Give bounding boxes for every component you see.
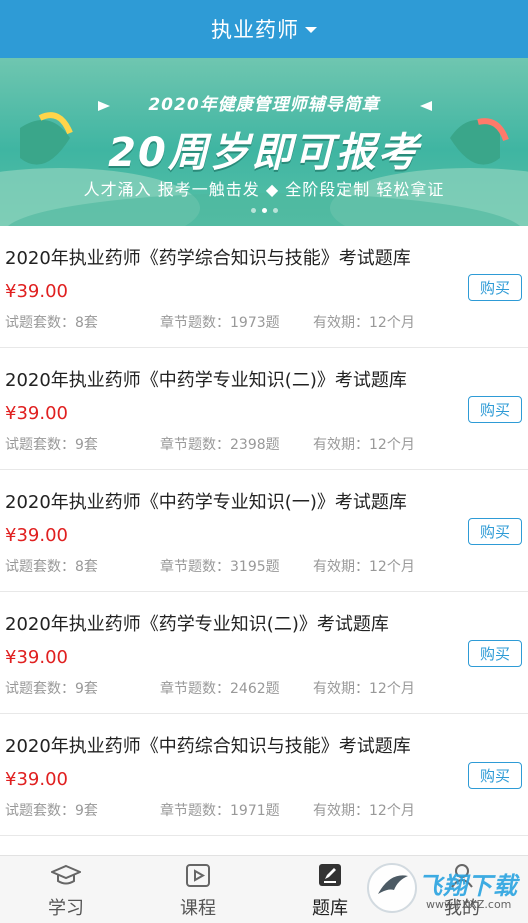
product-meta: 试题套数：9套 章节题数：1971题 有效期：12个月 <box>5 800 525 820</box>
banner-subline: 人才涌入 报考一触击发 ◆ 全阶段定制 轻松拿证 <box>83 180 445 199</box>
product-price: ¥39.00 <box>5 769 68 790</box>
question-sets-count: 试题套数：8套 <box>5 315 98 331</box>
product-price: ¥39.00 <box>5 647 68 668</box>
carousel-dot-active[interactable] <box>261 208 267 213</box>
chapter-questions-count: 章节题数：1973题 <box>160 315 280 331</box>
product-meta: 试题套数：9套 章节题数：2398题 有效期：12个月 <box>5 434 525 454</box>
chapter-questions-count: 章节题数：3195题 <box>160 559 280 575</box>
watermark-logo: 飞翔下载 www.FXXZ.com <box>364 858 524 920</box>
question-sets-count: 试题套数：9套 <box>5 437 98 453</box>
caret-down-icon[interactable] <box>305 27 317 33</box>
promo-banner[interactable]: 2020年健康管理师辅导简章 20周岁即可报考 人才涌入 报考一触击发 ◆ 全阶… <box>0 58 528 226</box>
tab-study[interactable]: 学习 <box>0 856 132 923</box>
buy-button[interactable]: 购买 <box>468 396 522 423</box>
validity-period: 有效期：12个月 <box>313 803 415 819</box>
product-list: 2020年执业药师《药学综合知识与技能》考试题库 ¥39.00 试题套数：8套 … <box>0 226 528 836</box>
product-item[interactable]: 2020年执业药师《药学综合知识与技能》考试题库 ¥39.00 试题套数：8套 … <box>0 226 528 348</box>
product-item[interactable]: 2020年执业药师《中药学专业知识(一)》考试题库 ¥39.00 试题套数：8套… <box>0 470 528 592</box>
graduation-cap-icon <box>51 862 81 888</box>
product-name: 2020年执业药师《中药学专业知识(一)》考试题库 <box>5 492 407 513</box>
product-name: 2020年执业药师《药学专业知识(二)》考试题库 <box>5 614 389 635</box>
app-root: 执业药师 2020年健康管理师辅导简章 20周岁即可报考 人才涌入 报考一触击发… <box>0 0 528 923</box>
product-item[interactable]: 2020年执业药师《中药综合知识与技能》考试题库 ¥39.00 试题套数：9套 … <box>0 714 528 836</box>
validity-period: 有效期：12个月 <box>313 559 415 575</box>
tab-label: 学习 <box>48 898 84 919</box>
product-price: ¥39.00 <box>5 281 68 302</box>
carousel-dot[interactable] <box>272 208 278 213</box>
header-bar: 执业药师 <box>0 0 528 58</box>
validity-period: 有效期：12个月 <box>313 315 415 331</box>
product-meta: 试题套数：8套 章节题数：3195题 有效期：12个月 <box>5 556 525 576</box>
product-item[interactable]: 2020年执业药师《药学专业知识(二)》考试题库 ¥39.00 试题套数：9套 … <box>0 592 528 714</box>
question-sets-count: 试题套数：8套 <box>5 559 98 575</box>
watermark-bird-icon <box>367 863 417 913</box>
product-meta: 试题套数：8套 章节题数：1973题 有效期：12个月 <box>5 312 525 332</box>
page-title-dropdown[interactable]: 执业药师 <box>211 14 299 44</box>
product-price: ¥39.00 <box>5 403 68 424</box>
product-name: 2020年执业药师《中药学专业知识(二)》考试题库 <box>5 370 407 391</box>
product-name: 2020年执业药师《中药综合知识与技能》考试题库 <box>5 736 411 757</box>
tab-label: 题库 <box>312 898 348 919</box>
buy-button[interactable]: 购买 <box>468 518 522 545</box>
banner-headline: 20周岁即可报考 <box>108 130 420 176</box>
carousel-indicator <box>0 208 528 213</box>
question-sets-count: 试题套数：9套 <box>5 803 98 819</box>
chapter-questions-count: 章节题数：1971题 <box>160 803 280 819</box>
tab-course[interactable]: 课程 <box>132 856 264 923</box>
chapter-questions-count: 章节题数：2462题 <box>160 681 280 697</box>
product-price: ¥39.00 <box>5 525 68 546</box>
watermark-text: 飞翔下载 <box>418 872 518 900</box>
question-sets-count: 试题套数：9套 <box>5 681 98 697</box>
product-name: 2020年执业药师《药学综合知识与技能》考试题库 <box>5 248 411 269</box>
watermark-url: www.FXXZ.com <box>426 898 512 911</box>
buy-button[interactable]: 购买 <box>468 274 522 301</box>
edit-question-bank-icon <box>317 862 343 888</box>
chapter-questions-count: 章节题数：2398题 <box>160 437 280 453</box>
carousel-dot[interactable] <box>250 208 256 213</box>
tab-label: 课程 <box>180 898 216 919</box>
buy-button[interactable]: 购买 <box>468 762 522 789</box>
validity-period: 有效期：12个月 <box>313 437 415 453</box>
buy-button[interactable]: 购买 <box>468 640 522 667</box>
product-meta: 试题套数：9套 章节题数：2462题 有效期：12个月 <box>5 678 525 698</box>
product-item[interactable]: 2020年执业药师《中药学专业知识(二)》考试题库 ¥39.00 试题套数：9套… <box>0 348 528 470</box>
banner-top-line: 2020年健康管理师辅导简章 <box>148 95 380 115</box>
validity-period: 有效期：12个月 <box>313 681 415 697</box>
video-course-icon <box>185 862 211 888</box>
